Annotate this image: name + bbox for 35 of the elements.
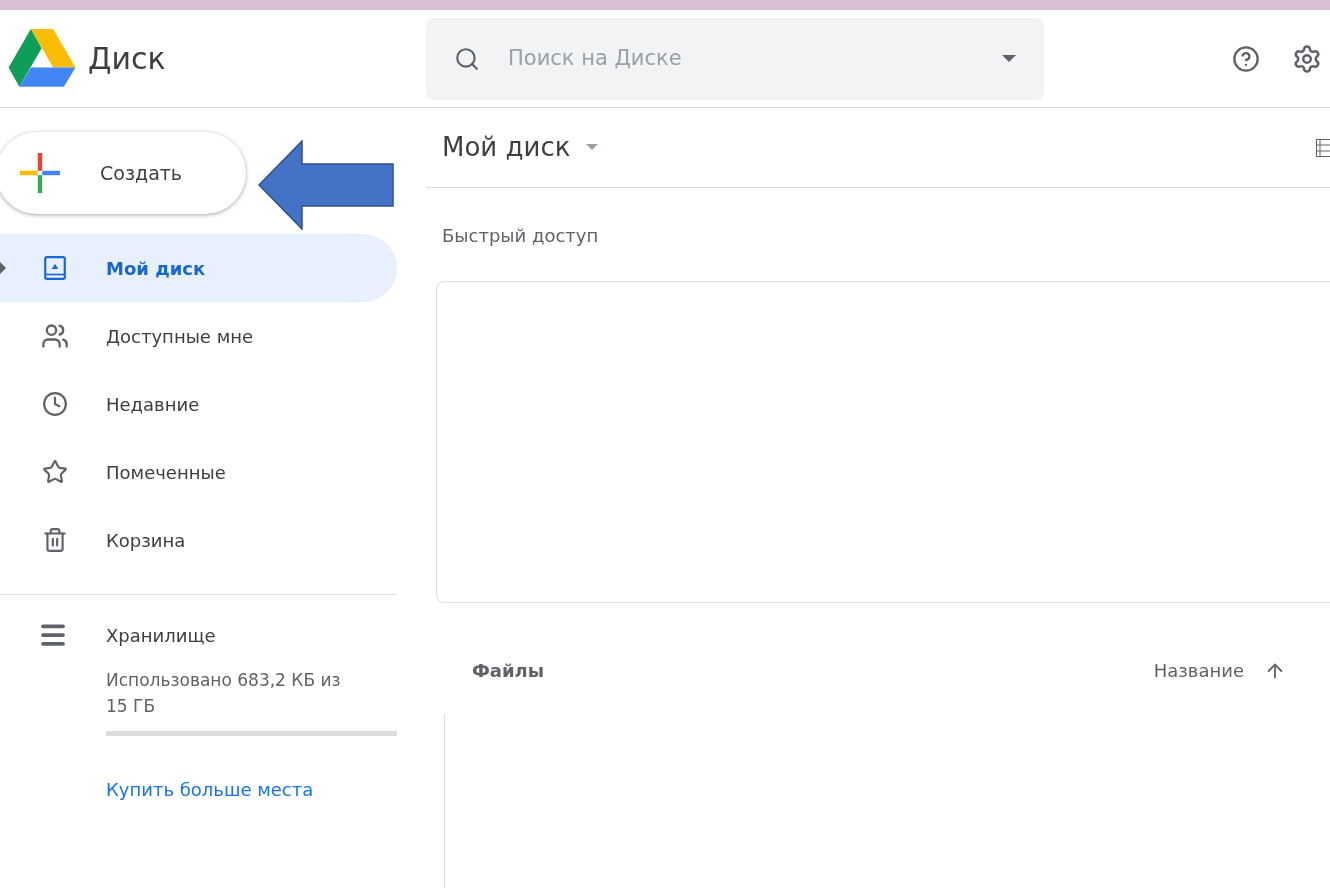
app-title: Диск [88,40,166,78]
search-bar[interactable]: Поиск на Диске [426,17,1044,100]
star-icon [42,459,68,485]
plus-icon [20,153,60,193]
list-view-icon[interactable] [1316,138,1330,157]
search-field[interactable]: Поиск на Диске [508,42,974,75]
files-heading: Файлы [472,659,545,683]
nav-item[interactable]: Недавние [0,370,397,438]
nav-item[interactable]: Помеченные [0,438,397,506]
nav-label: Недавние [106,392,200,417]
nav-label: Мой диск [106,256,206,281]
settings-icon[interactable] [1292,43,1322,74]
expand-caret-icon[interactable] [0,262,6,274]
nav-label: Доступные мне [106,324,254,349]
drive-icon [42,255,68,281]
storage-usage: Использовано 683,2 КБ из 15 ГБ [106,669,342,718]
nav-item[interactable]: Доступные мне [0,302,397,370]
section-heading: Быстрый доступ [441,224,600,248]
nav-item[interactable]: Мой диск [0,234,397,302]
clock-icon [42,391,68,417]
help-icon[interactable] [1232,44,1260,73]
dropdown-caret-icon[interactable] [1002,54,1016,63]
dropdown-caret-icon[interactable] [586,144,599,151]
page-title[interactable]: Мой диск [442,128,571,167]
search-icon [454,45,480,72]
trash-icon [42,527,68,553]
create-button[interactable]: Создать [0,132,246,214]
nav-label: Корзина [106,528,186,553]
drive-logo-icon [8,28,76,89]
sort-label[interactable]: Название [1153,657,1244,684]
nav-item[interactable]: Корзина [0,506,397,574]
nav-label: Помеченные [106,460,226,485]
people-icon [41,322,69,350]
storage-label: Хранилище [106,623,216,648]
buy-storage-link[interactable]: Купить больше места [106,776,503,803]
